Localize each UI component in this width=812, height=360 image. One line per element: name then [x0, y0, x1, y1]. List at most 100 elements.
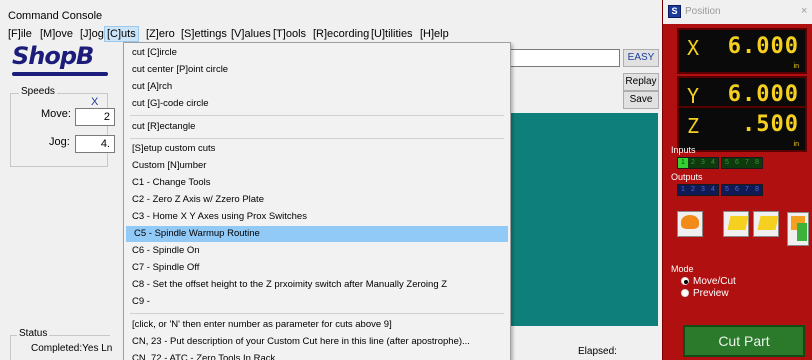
- input-led: 1: [678, 158, 688, 168]
- position-title-bar: S Position ×: [663, 0, 812, 24]
- input-led: 3: [698, 158, 708, 168]
- output-led: 2: [688, 185, 698, 195]
- jog-speed-label: Jog:: [49, 136, 70, 148]
- menu-item-cut-gcode-circle[interactable]: cut [G]-code circle: [124, 96, 510, 112]
- menu-utilities[interactable]: [U]tilities: [371, 28, 413, 40]
- app-icon: S: [668, 5, 681, 18]
- output-led: 1: [678, 185, 688, 195]
- menu-item-c8[interactable]: C8 - Set the offset height to the Z prxo…: [124, 277, 510, 293]
- elapsed-label: Elapsed:: [578, 346, 617, 357]
- menu-settings[interactable]: [S]ettings: [181, 28, 227, 40]
- menu-item-c9[interactable]: C9 -: [124, 294, 510, 310]
- status-group: Status Completed:Yes Ln: [10, 328, 113, 360]
- input-led: 2: [688, 158, 698, 168]
- mode-label: Mode: [671, 264, 694, 274]
- menu-item-c6[interactable]: C6 - Spindle On: [124, 243, 510, 259]
- inputs-indicators: 1 2 3 4 5 6 7 8: [677, 157, 765, 169]
- z-axis-unit: in: [793, 141, 799, 148]
- menu-zero[interactable]: [Z]ero: [146, 28, 175, 40]
- close-icon[interactable]: ×: [801, 5, 807, 17]
- menu-tools[interactable]: [T]ools: [273, 28, 306, 40]
- menu-item-cn-23[interactable]: CN, 23 - Put description of your Custom …: [124, 334, 510, 350]
- move-speed-field[interactable]: 2: [75, 108, 115, 126]
- menu-jog[interactable]: [J]og: [80, 28, 104, 40]
- menu-separator: [130, 313, 504, 314]
- easy-button[interactable]: EASY: [623, 49, 659, 67]
- y-axis-value: 6.000: [727, 82, 799, 107]
- menu-separator: [130, 138, 504, 139]
- speeds-group: Speeds X & Move: 2 Jog: 4.: [10, 86, 115, 167]
- shopbot-logo: ShopB: [12, 42, 94, 70]
- zero-icon: [681, 215, 699, 229]
- status-text: Completed:Yes Ln: [31, 343, 113, 354]
- menu-item-setup-custom-cuts[interactable]: [S]etup custom cuts: [124, 141, 510, 157]
- replay-button[interactable]: Replay: [623, 73, 659, 91]
- mode-move-cut-label: Move/Cut: [693, 276, 736, 287]
- move-speed-label: Move:: [41, 108, 71, 120]
- position-title: Position: [685, 6, 721, 17]
- menu-recording[interactable]: [R]ecording: [313, 28, 369, 40]
- x-axis-unit: in: [793, 63, 799, 70]
- menu-item-cut-arch[interactable]: cut [A]rch: [124, 79, 510, 95]
- outputs-indicators: 1 2 3 4 5 6 7 8: [677, 184, 765, 196]
- output-led: 3: [698, 185, 708, 195]
- menu-item-cut-rectangle[interactable]: cut [R]ectangle: [124, 119, 510, 135]
- output-led: 4: [708, 185, 718, 195]
- output-led: 5: [722, 185, 732, 195]
- save-button[interactable]: Save: [623, 91, 659, 109]
- z-axis-readout: Z .500 in: [677, 106, 807, 152]
- menu-item-cut-center-point-circle[interactable]: cut center [P]oint circle: [124, 62, 510, 78]
- menu-help[interactable]: [H]elp: [420, 28, 449, 40]
- menu-separator: [130, 115, 504, 116]
- zero-z-icon: [757, 216, 779, 230]
- x-axis-value: 6.000: [727, 34, 799, 59]
- zero-z-button[interactable]: [753, 211, 779, 237]
- logo-underline: [12, 72, 108, 76]
- menu-file[interactable]: [F]ile: [8, 28, 32, 40]
- zero-button[interactable]: [677, 211, 703, 237]
- arrow-icon: [797, 223, 807, 241]
- input-led: 6: [732, 158, 742, 168]
- command-input[interactable]: [508, 49, 620, 67]
- menu-item-cut-circle[interactable]: cut [C]ircle: [124, 45, 510, 61]
- menu-item-parameter-hint[interactable]: [click, or 'N' then enter number as para…: [124, 317, 510, 333]
- command-console-window: Command Console [F]ile [M]ove [J]og [C]u…: [0, 0, 662, 360]
- cuts-dropdown-menu: cut [C]ircle cut center [P]oint circle c…: [123, 42, 511, 360]
- menu-move[interactable]: [M]ove: [40, 28, 73, 40]
- menu-cuts[interactable]: [C]uts: [104, 26, 139, 42]
- menu-item-c3[interactable]: C3 - Home X Y Axes using Prox Switches: [124, 209, 510, 225]
- position-window: S Position × X 6.000 in Y 6.000 in Z .50…: [662, 0, 812, 360]
- menu-item-custom-number[interactable]: Custom [N]umber: [124, 158, 510, 174]
- input-led: 8: [752, 158, 762, 168]
- output-led: 8: [752, 185, 762, 195]
- menu-item-c1[interactable]: C1 - Change Tools: [124, 175, 510, 191]
- input-led: 5: [722, 158, 732, 168]
- zero-xy-button[interactable]: [723, 211, 749, 237]
- z-axis-letter: Z: [687, 114, 700, 138]
- z-axis-value: .500: [742, 112, 799, 137]
- output-display-panel: [508, 113, 658, 326]
- output-led: 7: [742, 185, 752, 195]
- mode-preview-radio[interactable]: Preview: [681, 288, 729, 299]
- speeds-legend: Speeds: [19, 86, 57, 97]
- menu-item-c7[interactable]: C7 - Spindle Off: [124, 260, 510, 276]
- menu-item-c2[interactable]: C2 - Zero Z Axis w/ Zzero Plate: [124, 192, 510, 208]
- radio-dot-selected: [681, 277, 689, 285]
- jog-speed-field[interactable]: 4.: [75, 135, 115, 153]
- outputs-label: Outputs: [671, 172, 703, 182]
- tool-change-button[interactable]: [787, 212, 809, 246]
- input-led: 4: [708, 158, 718, 168]
- window-title: Command Console: [8, 10, 103, 22]
- menu-item-cn-72[interactable]: CN, 72 - ATC - Zero Tools In Rack: [124, 351, 510, 360]
- mode-move-cut-radio[interactable]: Move/Cut: [681, 276, 736, 287]
- inputs-label: Inputs: [671, 145, 696, 155]
- cut-part-button[interactable]: Cut Part: [683, 325, 805, 357]
- zero-xy-icon: [727, 216, 749, 230]
- menu-item-c5-highlighted[interactable]: C5 - Spindle Warmup Routine: [126, 226, 508, 242]
- x-axis-letter: X: [687, 36, 700, 60]
- mode-preview-label: Preview: [693, 288, 729, 299]
- radio-dot: [681, 289, 689, 297]
- menu-values[interactable]: [V]alues: [231, 28, 271, 40]
- y-axis-letter: Y: [687, 84, 700, 108]
- input-led: 7: [742, 158, 752, 168]
